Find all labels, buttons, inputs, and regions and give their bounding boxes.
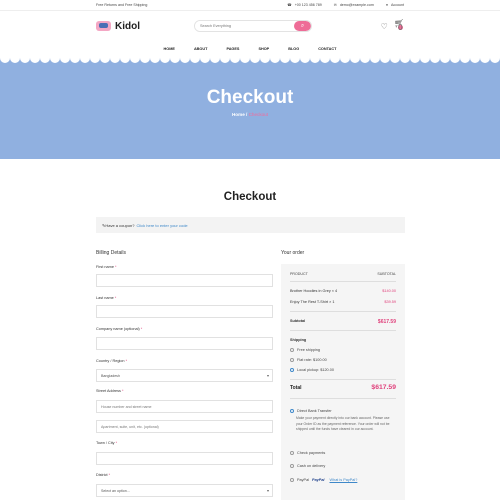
country-label: Country / Region * (96, 359, 128, 363)
search-input[interactable] (195, 21, 294, 31)
what-is-paypal-link[interactable]: What is PayPal? (330, 478, 358, 482)
logo-icon (96, 21, 111, 31)
district-label: District * (96, 473, 111, 477)
page-title: Checkout (223, 191, 277, 203)
city-label: Town / City * (96, 441, 118, 445)
total-row: Total $617.59 (290, 384, 396, 391)
radio-button[interactable] (290, 348, 294, 352)
account-link[interactable]: ● Account (386, 3, 404, 7)
city-field[interactable] (96, 452, 273, 465)
radio-button[interactable] (290, 464, 294, 468)
coupon-text: Have a coupon? (105, 222, 135, 228)
breadcrumb-separator: / (246, 112, 248, 117)
phone-icon: ☎ (287, 3, 292, 7)
breadcrumb: Home / Checkout (0, 112, 500, 117)
email-link[interactable]: ✉ demo@example.com (334, 3, 374, 7)
chevron-down-icon: ▾ (266, 373, 269, 378)
divider (290, 398, 396, 399)
page-hero: Checkout Home / Checkout (0, 56, 500, 159)
order-item: Enjoy The Rest T-Shirt × 1 $39.59 (290, 300, 396, 304)
payment-option-cod[interactable]: Cash on delivery (290, 464, 325, 468)
paypal-logo: PayPal (312, 478, 325, 482)
nav-item-contact[interactable]: CONTACT (318, 47, 336, 51)
billing-title: Billing Details (96, 250, 127, 256)
user-icon: ● (385, 3, 388, 7)
last-name-field[interactable] (96, 305, 273, 318)
nav-item-pages[interactable]: PAGES (226, 47, 239, 51)
divider (290, 311, 396, 312)
divider (290, 379, 396, 380)
scallop-border (0, 56, 500, 63)
hero-title: Checkout (206, 87, 294, 108)
district-select[interactable]: Select an option... ▾ (96, 484, 273, 497)
radio-button[interactable] (290, 478, 294, 482)
shipping-option-pickup[interactable]: Local pickup: $120.00 (290, 368, 334, 372)
order-box: PRODUCT SUBTOTAL Brother Hoodies in Grey … (281, 264, 405, 500)
company-label: Company name (optional) * (96, 327, 143, 331)
cart-count-badge: 0 (397, 23, 403, 32)
nav-item-about[interactable]: ABOUT (194, 47, 208, 51)
shipping-option-free[interactable]: Free shipping (290, 348, 320, 352)
payment-option-bank[interactable]: Direct Bank Transfer (290, 409, 332, 413)
order-title: Your order (281, 250, 305, 256)
payment-option-paypal[interactable]: PayPal PayPal What is PayPal? (290, 478, 357, 482)
billing-details: Billing Details First name * Last name *… (96, 250, 273, 497)
divider (290, 281, 396, 282)
last-name-label: Last name * (96, 296, 117, 300)
shipping-title: Shipping (290, 338, 307, 342)
coupon-notice: ✎ Have a coupon? Click here to enter you… (96, 217, 405, 233)
logo-text: Kidol (115, 20, 140, 32)
logo[interactable]: Kidol (96, 21, 194, 32)
top-bar: Free Returns and Free Shipping ☎ +00 123 … (0, 0, 500, 11)
search-icon: ⌕ (300, 22, 305, 29)
search-bar: ⌕ (194, 20, 312, 32)
divider (290, 330, 396, 331)
radio-button[interactable] (290, 358, 294, 362)
first-name-label: First name * (96, 265, 117, 269)
search-button[interactable]: ⌕ (294, 21, 311, 31)
promo-text: Free Returns and Free Shipping (96, 3, 148, 7)
nav-item-home[interactable]: HOME (164, 47, 175, 51)
street-field[interactable]: House number and street name (96, 400, 273, 413)
wishlist-icon[interactable]: ♡ (381, 22, 388, 31)
street-label: Street Address * (96, 389, 124, 393)
breadcrumb-home[interactable]: Home (232, 112, 245, 117)
nav-item-blog[interactable]: BLOG (288, 47, 299, 51)
order-item: Brother Hoodies in Grey × 4 $140.00 (290, 289, 396, 293)
breadcrumb-current: Checkout (248, 112, 269, 117)
country-select[interactable]: Bangladesh ▾ (96, 369, 273, 382)
phone-link[interactable]: ☎ +00 123 456 789 (287, 3, 322, 7)
order-summary: Your order PRODUCT SUBTOTAL Brother Hoodi… (281, 250, 405, 500)
first-name-field[interactable] (96, 274, 273, 287)
payment-option-check[interactable]: Check payments (290, 451, 325, 455)
nav-item-shop[interactable]: SHOP (258, 47, 269, 51)
cart-icon[interactable]: 🛒︎ 0 (394, 19, 404, 33)
shipping-option-flat[interactable]: Flat rate: $100.00 (290, 358, 327, 362)
main-nav: HOME ABOUT PAGES SHOP BLOG CONTACT (0, 41, 500, 56)
site-header: Kidol ⌕ ♡ 🛒︎0 (0, 11, 500, 41)
mail-icon: ✉ (333, 3, 337, 7)
order-table-header: PRODUCT SUBTOTAL (290, 272, 396, 276)
coupon-link[interactable]: Click here to enter your code (137, 223, 188, 228)
radio-button[interactable] (290, 451, 294, 455)
radio-button-selected[interactable] (290, 368, 294, 372)
apartment-field[interactable]: Apartment, suite, unit, etc. (optional) (96, 420, 273, 433)
subtotal-row: Subtotal $617.59 (290, 319, 396, 325)
company-field[interactable] (96, 337, 273, 350)
bank-description: Make your payment directly into our bank… (296, 416, 390, 431)
chevron-down-icon: ▾ (266, 488, 269, 493)
radio-button-selected[interactable] (290, 409, 294, 413)
